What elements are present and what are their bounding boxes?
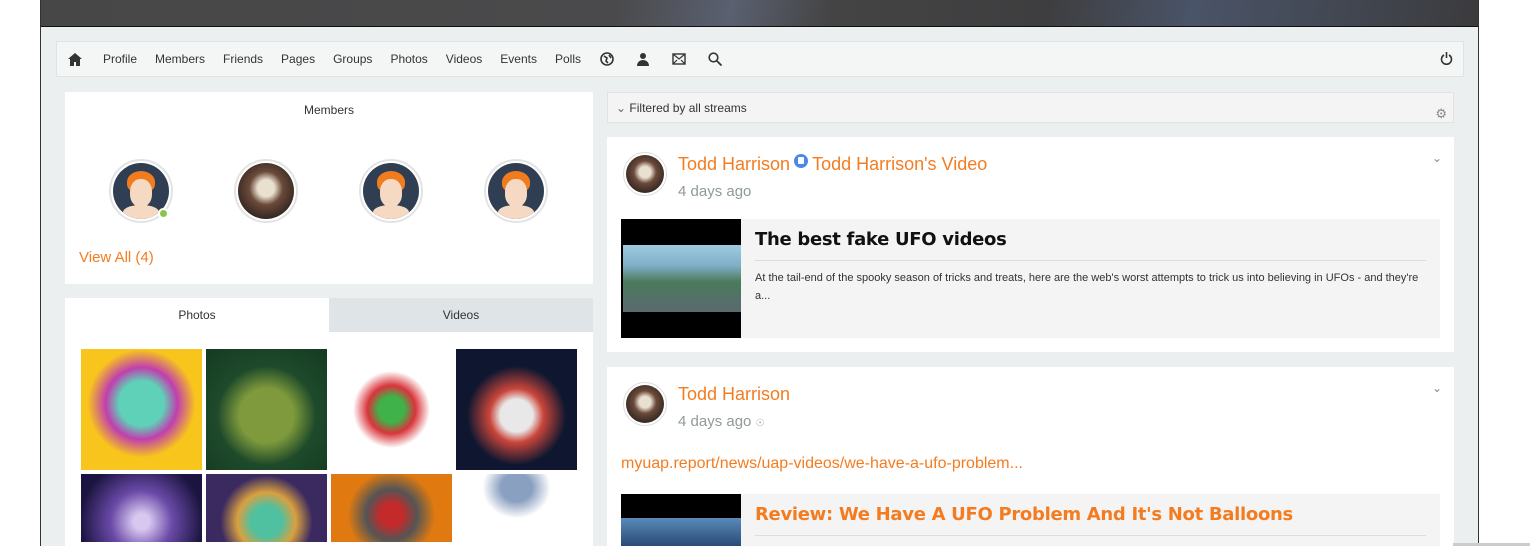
members-widget: Members View All (4): [65, 92, 593, 284]
embed-title[interactable]: Review: We Have A UFO Problem And It's N…: [755, 504, 1293, 525]
chevron-down-icon[interactable]: ⌄: [1432, 151, 1442, 165]
globe-icon: ☉: [755, 418, 765, 429]
members-title: Members: [303, 103, 354, 117]
nav-videos[interactable]: Videos: [446, 52, 482, 66]
nav-friends[interactable]: Friends: [223, 52, 263, 66]
member-avatar[interactable]: [359, 159, 423, 223]
embed-description: At the tail-end of the spooky season of …: [755, 272, 1419, 302]
embed-title[interactable]: The best fake UFO videos: [755, 229, 1007, 250]
home-icon[interactable]: [67, 51, 83, 67]
tab-videos[interactable]: Videos: [329, 298, 593, 332]
nav-photos[interactable]: Photos: [390, 52, 427, 66]
photo-thumbnail[interactable]: [456, 349, 577, 470]
activity-post: Todd Harrison 4 days ago ☉ ⌄ myuap.repor…: [607, 367, 1454, 546]
target-link[interactable]: Todd Harrison's Video: [812, 154, 987, 174]
cover-banner: [41, 0, 1478, 27]
nav-members[interactable]: Members: [155, 52, 205, 66]
nav-events[interactable]: Events: [500, 52, 537, 66]
mail-icon[interactable]: [671, 51, 687, 67]
divider: [755, 535, 1426, 536]
link-thumbnail[interactable]: [621, 494, 741, 546]
member-avatar[interactable]: [234, 159, 298, 223]
divider: [755, 260, 1426, 261]
like-icon: [794, 154, 809, 168]
nav-groups[interactable]: Groups: [333, 52, 372, 66]
member-avatar[interactable]: [109, 159, 173, 223]
author-avatar[interactable]: [623, 152, 667, 196]
media-widget: Photos Videos: [65, 298, 593, 546]
post-link[interactable]: myuap.report/news/uap-videos/we-have-a-u…: [621, 455, 1023, 473]
link-embed[interactable]: Review: We Have A UFO Problem And It's N…: [621, 494, 1440, 546]
nav-polls[interactable]: Polls: [555, 52, 581, 66]
page-container: Profile Members Friends Pages Groups Pho…: [40, 0, 1530, 546]
author-link[interactable]: Todd Harrison: [678, 154, 790, 174]
search-icon[interactable]: [707, 51, 723, 67]
user-add-icon[interactable]: [635, 51, 651, 67]
author-avatar[interactable]: [623, 382, 667, 426]
nav-pages[interactable]: Pages: [281, 52, 315, 66]
chevron-down-icon[interactable]: ⌄: [1432, 381, 1442, 395]
chevron-down-icon: ⌄: [616, 101, 627, 115]
filter-label: Filtered by all streams: [629, 101, 747, 115]
main-nav: Profile Members Friends Pages Groups Pho…: [56, 41, 1464, 77]
online-indicator: [158, 208, 169, 219]
video-thumbnail[interactable]: [621, 219, 741, 338]
photo-thumbnail[interactable]: [331, 474, 452, 542]
member-avatar[interactable]: [484, 159, 548, 223]
activity-post: Todd Harrison Todd Harrison's Video 4 day…: [607, 137, 1454, 352]
tab-photos[interactable]: Photos: [65, 298, 329, 332]
photo-thumbnail[interactable]: [81, 349, 202, 470]
view-all-members-link[interactable]: View All (4): [79, 249, 154, 266]
photo-thumbnail[interactable]: [81, 474, 202, 542]
post-time[interactable]: 4 days ago: [678, 183, 751, 200]
photo-thumbnail[interactable]: [456, 474, 577, 542]
power-icon[interactable]: [1440, 52, 1453, 65]
photo-thumbnail[interactable]: [331, 349, 452, 470]
photo-thumbnail[interactable]: [206, 474, 327, 542]
globe-icon[interactable]: [599, 51, 615, 67]
gear-icon[interactable]: ⚙: [1435, 106, 1447, 122]
nav-profile[interactable]: Profile: [103, 52, 137, 66]
stream-filter[interactable]: ⌄ Filtered by all streams ⚙: [607, 92, 1454, 123]
author-link[interactable]: Todd Harrison: [678, 384, 790, 404]
video-embed[interactable]: The best fake UFO videos At the tail-end…: [621, 219, 1440, 338]
photo-thumbnail[interactable]: [206, 349, 327, 470]
post-time[interactable]: 4 days ago: [678, 413, 751, 430]
